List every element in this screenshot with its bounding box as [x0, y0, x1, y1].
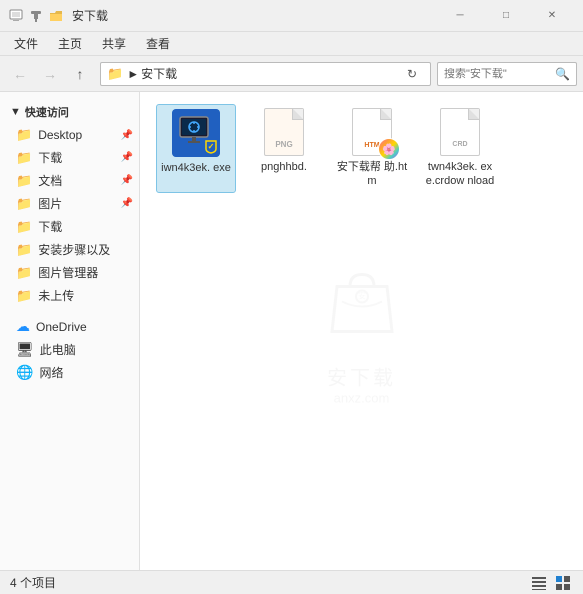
files-grid: ✓ iwn4k3ek. exe PNG pnghhbd.: [156, 104, 567, 193]
exe-icon: ✓: [172, 109, 220, 157]
view-large-button[interactable]: [553, 573, 573, 593]
pin-icon-desktop: 📌: [121, 130, 133, 141]
minimize-button[interactable]: ─: [437, 0, 483, 32]
folder-icon-notuploaded: 📁: [16, 288, 32, 304]
folder-icon-dl2: 📁: [16, 219, 32, 235]
breadcrumb-folder: 安下载: [141, 65, 177, 82]
quick-access-title: ▼ 快速访问: [0, 100, 139, 124]
sidebar-label-download: 下载: [38, 149, 62, 166]
sidebar-label-dl2: 下载: [38, 218, 62, 235]
search-icon: 🔍: [555, 67, 570, 81]
file-item-htm[interactable]: HTM 🌸 安下载帮 助.htm: [332, 104, 412, 193]
breadcrumb-arrow: ►: [127, 67, 139, 81]
pc-icon: 🖥: [16, 341, 34, 358]
window-controls: ─ □ ✕: [437, 0, 575, 32]
sidebar-label-install: 安装步骤以及: [38, 241, 110, 258]
file-item-png[interactable]: PNG pnghhbd.: [244, 104, 324, 193]
forward-button[interactable]: →: [36, 60, 64, 88]
content-area: 安 安下载 anxz.com: [140, 92, 583, 570]
file-name-exe: iwn4k3ek. exe: [161, 161, 231, 175]
statusbar-right: [529, 573, 573, 593]
sidebar-item-pictures[interactable]: 📁 图片 📌: [0, 192, 139, 215]
maximize-button[interactable]: □: [483, 0, 529, 32]
watermark-text: 安下载: [317, 362, 407, 391]
folder-icon-install: 📁: [16, 242, 32, 258]
file-name-htm: 安下载帮 助.htm: [336, 160, 408, 189]
sidebar: ▼ 快速访问 📁 Desktop 📌 📁 下载 📌 📁 文档 📌 📁 图片 📌 …: [0, 92, 140, 570]
folder-icon-pictures: 📁: [16, 196, 32, 212]
sidebar-item-install[interactable]: 📁 安装步骤以及: [0, 238, 139, 261]
file-name-crdl: twn4k3ek. exe.crdow nload: [424, 160, 496, 189]
view-details-button[interactable]: [529, 573, 549, 593]
menu-file[interactable]: 文件: [4, 33, 48, 54]
folder-icon-imgmgr: 📁: [16, 265, 32, 281]
sidebar-label-pc: 此电脑: [40, 341, 76, 358]
refresh-button[interactable]: ↻: [400, 62, 424, 86]
up-button[interactable]: ↑: [66, 60, 94, 88]
address-folder-icon: 📁: [107, 66, 123, 82]
folder-icon-desktop: 📁: [16, 127, 32, 143]
window-title: 安下载: [72, 7, 437, 24]
main-area: ▼ 快速访问 📁 Desktop 📌 📁 下载 📌 📁 文档 📌 📁 图片 📌 …: [0, 92, 583, 570]
titlebar-icons: [8, 8, 64, 24]
cloud-icon: ☁: [16, 318, 30, 335]
quick-access-label: 快速访问: [25, 104, 69, 120]
titlebar: 安下载 ─ □ ✕: [0, 0, 583, 32]
quick-access-arrow: ▼: [10, 106, 21, 118]
pin-icon-pictures: 📌: [121, 198, 133, 209]
folder-icon-documents: 📁: [16, 173, 32, 189]
png-icon: PNG: [260, 108, 308, 156]
folder-icon: [48, 8, 64, 24]
sidebar-label-desktop: Desktop: [38, 128, 82, 142]
sidebar-label-onedrive: OneDrive: [36, 320, 87, 334]
close-button[interactable]: ✕: [529, 0, 575, 32]
app-icon: [8, 8, 24, 24]
sidebar-item-dl2[interactable]: 📁 下载: [0, 215, 139, 238]
sidebar-label-pictures: 图片: [38, 195, 62, 212]
sidebar-item-documents[interactable]: 📁 文档 📌: [0, 169, 139, 192]
pin-icon-documents: 📌: [121, 175, 133, 186]
back-button[interactable]: ←: [6, 60, 34, 88]
address-breadcrumb: ► 安下载: [127, 65, 400, 82]
sidebar-item-imgmgr[interactable]: 📁 图片管理器: [0, 261, 139, 284]
file-item-exe[interactable]: ✓ iwn4k3ek. exe: [156, 104, 236, 193]
status-count: 4 个项目: [10, 574, 56, 591]
sidebar-item-desktop[interactable]: 📁 Desktop 📌: [0, 124, 139, 146]
sidebar-item-network[interactable]: 🌐 网络: [0, 361, 139, 384]
sidebar-item-pc[interactable]: 🖥 此电脑: [0, 338, 139, 361]
toolbar: ← → ↑ 📁 ► 安下载 ↻ 🔍: [0, 56, 583, 92]
watermark: 安 安下载 anxz.com: [317, 257, 407, 406]
search-input[interactable]: [444, 68, 555, 80]
sidebar-item-download[interactable]: 📁 下载 📌: [0, 146, 139, 169]
file-name-png: pnghhbd.: [261, 160, 307, 174]
sidebar-item-onedrive[interactable]: ☁ OneDrive: [0, 315, 139, 338]
htm-icon: HTM 🌸: [348, 108, 396, 156]
menu-view[interactable]: 查看: [136, 33, 180, 54]
file-item-crdl[interactable]: CRD twn4k3ek. exe.crdow nload: [420, 104, 500, 193]
watermark-subtext: anxz.com: [317, 391, 407, 406]
address-bar[interactable]: 📁 ► 安下载 ↻: [100, 62, 431, 86]
crdl-icon: CRD: [436, 108, 484, 156]
statusbar: 4 个项目: [0, 570, 583, 594]
sidebar-label-network: 网络: [39, 364, 63, 381]
svg-text:✓: ✓: [208, 142, 215, 151]
sidebar-item-notuploaded[interactable]: 📁 未上传: [0, 284, 139, 307]
sidebar-label-notuploaded: 未上传: [38, 287, 74, 304]
svg-text:安: 安: [358, 291, 366, 301]
search-bar[interactable]: 🔍: [437, 62, 577, 86]
menu-share[interactable]: 共享: [92, 33, 136, 54]
pin-icon: [28, 8, 44, 24]
sidebar-label-documents: 文档: [38, 172, 62, 189]
folder-icon-download: 📁: [16, 150, 32, 166]
network-icon: 🌐: [16, 364, 33, 381]
pin-icon-download: 📌: [121, 152, 133, 163]
sidebar-label-imgmgr: 图片管理器: [38, 264, 98, 281]
menu-home[interactable]: 主页: [48, 33, 92, 54]
menubar: 文件 主页 共享 查看: [0, 32, 583, 56]
